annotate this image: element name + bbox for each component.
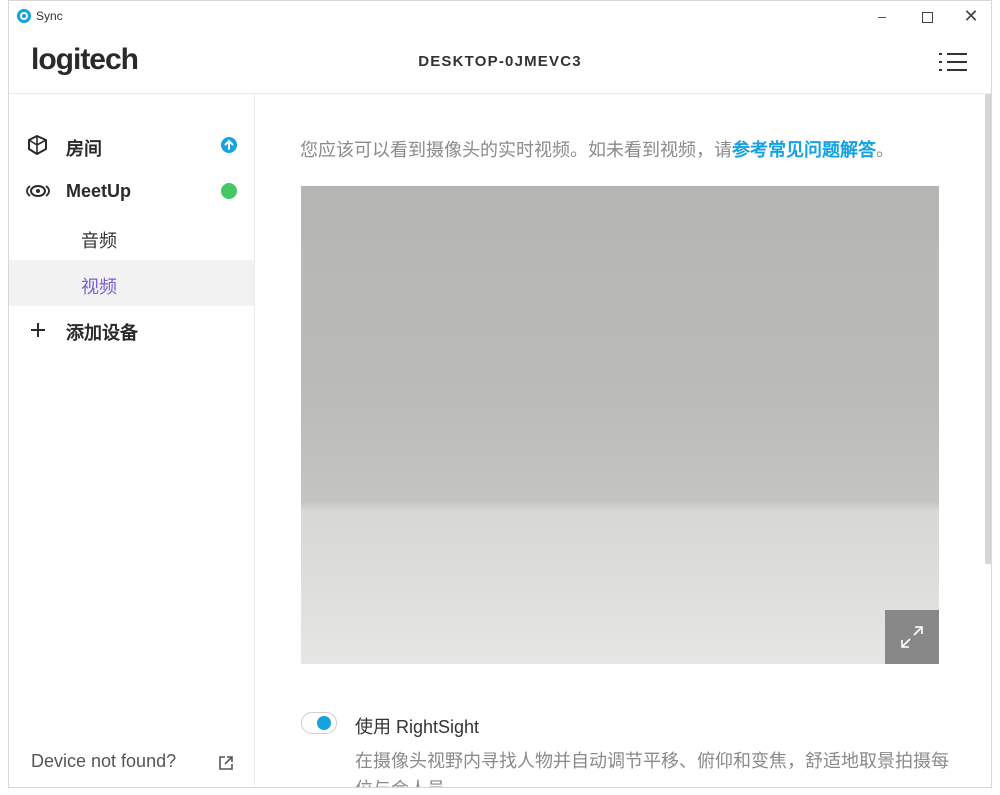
sidebar-item-label: 添加设备 [66, 323, 138, 343]
minimize-button[interactable]: – [862, 5, 902, 27]
maximize-button[interactable] [907, 5, 947, 27]
sidebar-subitem-label: 音频 [81, 231, 117, 251]
arrow-up-icon [224, 139, 234, 150]
status-dot [221, 183, 237, 199]
main-content: 您应该可以看到摄像头的实时视频。如未看到视频，请参考常见问题解答。 使用 Rig… [255, 94, 991, 787]
sidebar-subitem-label: 视频 [81, 277, 117, 297]
room-icon [28, 135, 47, 155]
app-window: Sync – ✕ logitech DESKTOP-0JMEVC3 房间 Mee… [8, 0, 992, 788]
expand-icon [901, 626, 923, 648]
menu-list-icon[interactable] [939, 51, 967, 73]
faq-link[interactable]: 参考常见问题解答 [732, 140, 876, 160]
external-link-icon[interactable] [217, 754, 235, 772]
app-header: logitech DESKTOP-0JMEVC3 [9, 31, 991, 94]
fullscreen-button[interactable] [885, 610, 939, 664]
sidebar-item-label: 房间 [66, 139, 102, 159]
scrollbar[interactable] [985, 94, 991, 564]
rightsight-description: 在摄像头视野内寻找人物并自动调节平移、俯仰和变焦，舒适地取景拍摄每位与会人员 [355, 751, 949, 787]
device-not-found-link[interactable]: Device not found? [31, 751, 176, 772]
plus-icon [31, 323, 45, 337]
title-bar: Sync – ✕ [9, 1, 991, 31]
sync-app-icon [17, 9, 31, 23]
sidebar-subitem-video[interactable]: 视频 [9, 260, 254, 306]
sidebar-item-add-device[interactable]: 添加设备 [9, 306, 254, 352]
camera-device-icon [26, 185, 50, 197]
update-badge [221, 137, 237, 153]
close-button[interactable]: ✕ [951, 5, 991, 27]
rightsight-toggle[interactable] [301, 712, 337, 734]
sidebar-subitem-audio[interactable]: 音频 [9, 214, 254, 260]
device-name: DESKTOP-0JMEVC3 [418, 53, 582, 70]
rightsight-label: 使用 RightSight [355, 717, 480, 737]
sidebar-item-label: MeetUp [66, 181, 132, 201]
video-preview [301, 186, 939, 664]
sidebar: 房间 MeetUp 音频 视频 添加设备 Device not found? [9, 94, 255, 787]
sidebar-item-meetup[interactable]: MeetUp [9, 168, 254, 214]
maximize-icon [921, 11, 933, 23]
info-text: 您应该可以看到摄像头的实时视频。如未看到视频，请参考常见问题解答。 [300, 136, 894, 162]
window-title: Sync [36, 9, 63, 23]
info-text-body: 您应该可以看到摄像头的实时视频。如未看到视频，请 [300, 140, 732, 160]
sidebar-item-room[interactable]: 房间 [9, 122, 254, 168]
toggle-knob [317, 716, 331, 730]
info-text-end: 。 [876, 140, 894, 160]
